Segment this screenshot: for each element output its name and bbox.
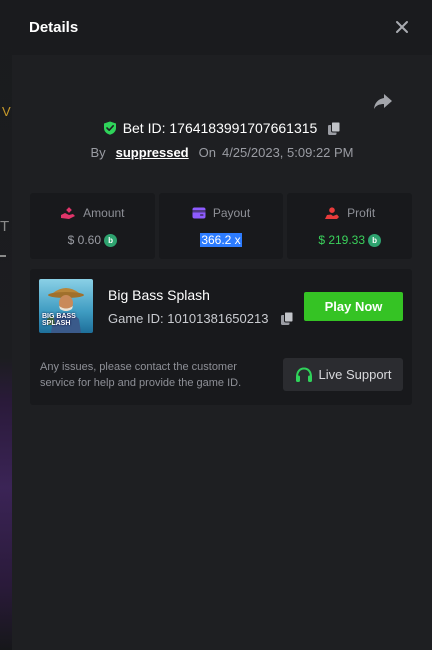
stat-amount: Amount $ 0.60 b: [30, 193, 155, 259]
share-button[interactable]: [372, 92, 394, 112]
share-icon: [374, 94, 392, 109]
stat-label: Payout: [212, 206, 251, 220]
copy-icon[interactable]: [327, 121, 341, 136]
live-support-label: Live Support: [318, 367, 392, 382]
stat-profit: Profit $ 219.33 b: [287, 193, 413, 259]
stat-label: Profit: [347, 206, 376, 220]
by-label: By: [90, 144, 106, 160]
stat-value: $ 0.60: [67, 233, 102, 247]
bet-details-modal: Details Bet ID: 1764183991707661315 By s…: [12, 0, 432, 650]
bet-meta-row: By suppressed On 4/25/2023, 5:09:22 PM: [12, 143, 432, 161]
on-label: On: [198, 144, 216, 160]
game-card: BIG BASS SPLASH Big Bass Splash Game ID:…: [30, 269, 412, 405]
bet-stats: Amount $ 0.60 b Payout 366.2 x Profit $ …: [30, 193, 413, 259]
stat-value: $ 219.33: [318, 233, 366, 247]
username-link[interactable]: suppressed: [116, 145, 189, 160]
game-id-text: Game ID: 10101381650213: [108, 311, 269, 326]
backdrop-glyph: V: [2, 104, 11, 119]
backdrop-dash: [0, 255, 6, 257]
close-button[interactable]: [395, 20, 409, 34]
stat-value: 366.2 x: [200, 233, 242, 247]
modal-header: Details: [12, 0, 432, 55]
stat-label: Amount: [83, 206, 125, 220]
game-id-row: Game ID: 10101381650213: [108, 311, 294, 326]
game-name: Big Bass Splash: [108, 287, 210, 303]
copy-icon[interactable]: [280, 311, 294, 326]
shield-check-icon: [103, 121, 116, 135]
hand-coin-icon: [61, 206, 76, 219]
bet-id-text: Bet ID: 1764183991707661315: [122, 120, 318, 136]
game-art-title: BIG BASS: [42, 313, 76, 320]
game-thumbnail[interactable]: BIG BASS SPLASH: [39, 279, 93, 333]
bet-datetime: 4/25/2023, 5:09:22 PM: [221, 144, 354, 160]
game-art-subtitle: SPLASH: [42, 320, 71, 327]
modal-title: Details: [29, 19, 79, 36]
play-now-button[interactable]: Play Now: [304, 292, 403, 321]
stat-payout: Payout 366.2 x: [158, 193, 284, 259]
backdrop-glyph: T: [0, 218, 10, 235]
support-notice: Any issues, please contact the customer …: [40, 361, 242, 389]
headset-icon: [295, 366, 312, 382]
profit-icon: [325, 206, 340, 219]
backdrop-left-strip: V T: [0, 0, 12, 650]
coin-icon: b: [104, 233, 118, 247]
wallet-icon: [192, 207, 206, 219]
coin-icon: b: [368, 233, 382, 247]
close-icon: [396, 21, 408, 33]
bet-id-row: Bet ID: 1764183991707661315: [12, 119, 432, 137]
live-support-button[interactable]: Live Support: [283, 358, 403, 391]
